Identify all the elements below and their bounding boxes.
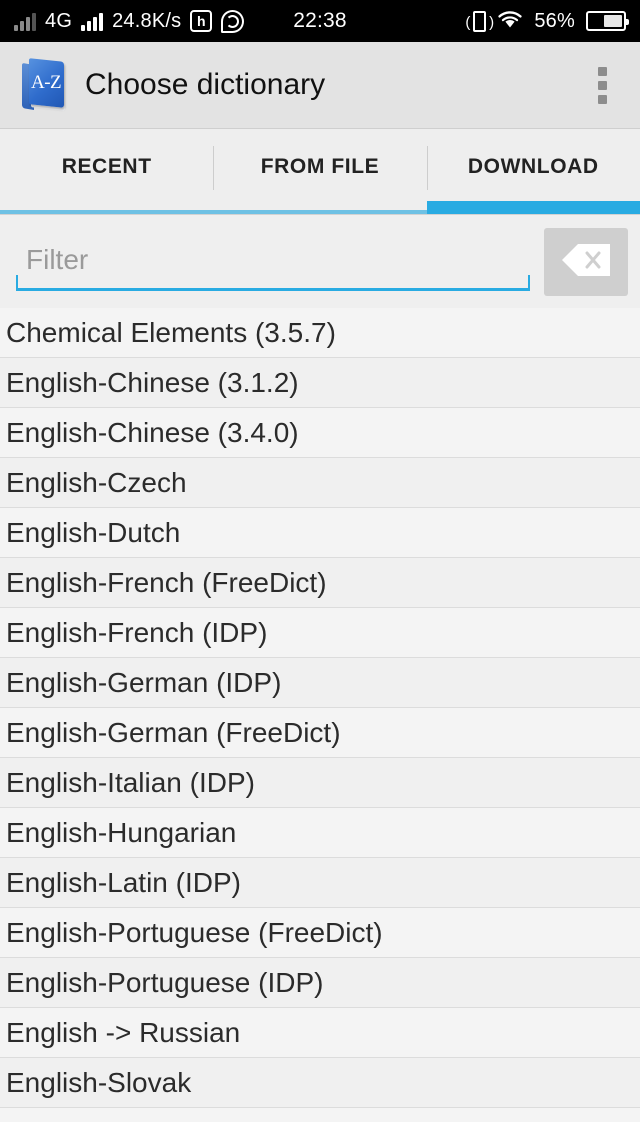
tab-from-file[interactable]: FROM FILE (213, 129, 427, 214)
app-bar: A-Z Choose dictionary (0, 42, 640, 129)
list-item[interactable]: English-Dutch (0, 508, 640, 558)
dictionary-book-icon: A-Z (22, 58, 68, 111)
clear-filter-button[interactable] (544, 227, 628, 296)
list-item[interactable]: English -> Russian (0, 1008, 640, 1058)
tab-download-label: DOWNLOAD (467, 154, 599, 178)
backspace-icon (561, 243, 611, 280)
status-bar-clock: 22:38 (293, 9, 347, 32)
overflow-menu-icon[interactable] (582, 57, 622, 113)
list-item[interactable]: English-Czech (0, 458, 640, 508)
list-item[interactable]: English-Portuguese (FreeDict) (0, 908, 640, 958)
list-item[interactable]: English-Chinese (3.1.2) (0, 358, 640, 408)
data-speed-label: 24.8K/s (112, 9, 182, 32)
book-cover: A-Z (29, 58, 64, 108)
list-item[interactable]: English-Hungarian (0, 808, 640, 858)
tab-from-file-label: FROM FILE (260, 154, 380, 178)
list-item[interactable]: English-French (FreeDict) (0, 558, 640, 608)
battery-icon (586, 11, 629, 31)
tab-download[interactable]: DOWNLOAD (426, 129, 640, 214)
tab-recent-label: RECENT (61, 154, 152, 178)
whatsapp-icon (221, 9, 245, 33)
hike-icon-label: h (196, 13, 206, 29)
tab-recent-indicator (0, 210, 214, 214)
list-item[interactable]: English-Portuguese (IDP) (0, 958, 640, 1008)
list-item[interactable]: English-Chinese (3.4.0) (0, 408, 640, 458)
list-item[interactable]: English-Spanish (FreeDict) (0, 1108, 640, 1122)
wifi-icon (497, 10, 523, 33)
list-item[interactable]: English-German (IDP) (0, 658, 640, 708)
status-bar-center: 22:38 (293, 9, 347, 33)
signal-bars-icon (14, 12, 36, 31)
tab-recent[interactable]: RECENT (0, 129, 214, 214)
search-input[interactable] (26, 244, 524, 276)
list-item[interactable]: English-German (FreeDict) (0, 708, 640, 758)
list-item[interactable]: Chemical Elements (3.5.7) (0, 308, 640, 358)
vibrate-icon: ( ) (465, 10, 494, 32)
signal-bars-2-icon (81, 12, 104, 31)
network-type-label: 4G (45, 9, 73, 32)
battery-level-fill (604, 15, 622, 27)
battery-percent-label: 56% (534, 9, 575, 32)
vibrate-wave-right: ) (489, 13, 495, 31)
status-bar-right: ( ) 56% (347, 9, 629, 33)
vibrate-phone-body (473, 10, 487, 32)
dictionary-list[interactable]: Chemical Elements (3.5.7) English-Chines… (0, 308, 640, 1122)
status-bar: 4G 24.8K/s h 22:38 ( ) 56% (0, 0, 640, 42)
list-item[interactable]: English-French (IDP) (0, 608, 640, 658)
page-title: Choose dictionary (85, 68, 326, 101)
hike-icon: h (190, 10, 213, 32)
tab-from-file-indicator (213, 210, 427, 214)
status-bar-left: 4G 24.8K/s h (14, 9, 293, 33)
list-item[interactable]: English-Italian (IDP) (0, 758, 640, 808)
filter-row (0, 214, 640, 308)
list-item[interactable]: English-Latin (IDP) (0, 858, 640, 908)
vibrate-wave-left: ( (465, 13, 471, 31)
filter-field[interactable] (16, 232, 530, 291)
list-item[interactable]: English-Slovak (0, 1058, 640, 1108)
tab-bar: RECENT FROM FILE DOWNLOAD (0, 129, 640, 214)
tab-download-indicator (426, 201, 640, 214)
book-cover-label: A-Z (31, 72, 62, 93)
